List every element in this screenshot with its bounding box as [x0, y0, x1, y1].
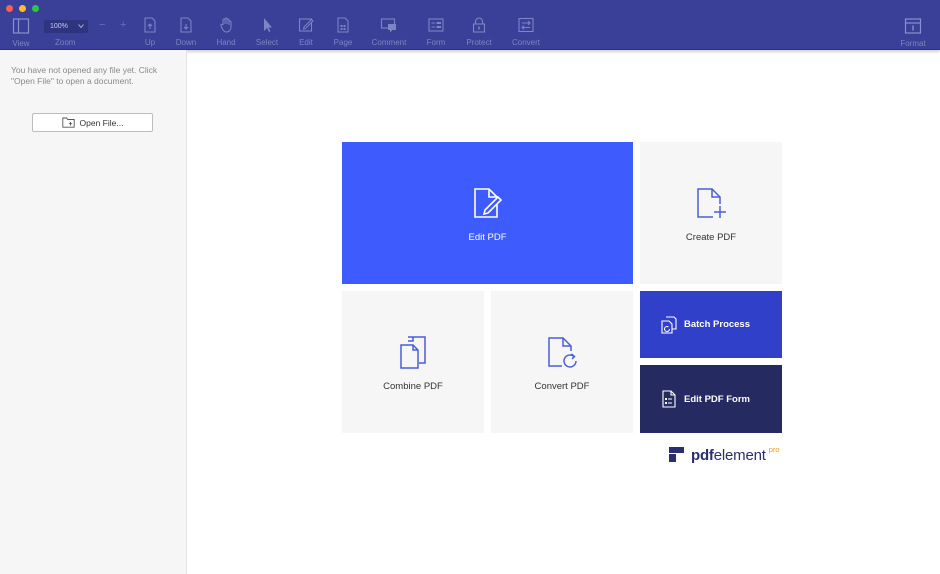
format-panel-icon [904, 18, 922, 34]
edit-pdf-label: Edit PDF [468, 231, 507, 243]
chevron-down-icon [78, 24, 84, 29]
hand-icon [220, 17, 232, 33]
batch-process-icon [661, 315, 677, 334]
create-pdf-tile[interactable]: Create PDF [640, 142, 782, 284]
minimize-window-button[interactable] [19, 5, 26, 12]
zoom-in-button[interactable]: + [120, 19, 126, 31]
protect-button[interactable]: Protect [456, 16, 502, 47]
format-button[interactable]: Format [890, 17, 936, 48]
comment-icon [380, 18, 396, 33]
combine-pdf-icon [400, 335, 426, 369]
comment-button[interactable]: Comment [366, 16, 412, 47]
toolbar: View 100% Zoom − + Up Down Hand Select E… [0, 0, 940, 50]
no-file-message: You have not opened any file yet. Click … [11, 65, 158, 86]
edit-pdf-tile[interactable]: Edit PDF [342, 142, 633, 284]
convert-pdf-label: Convert PDF [534, 380, 590, 392]
brand-edition: pro [768, 445, 780, 454]
combine-pdf-tile[interactable]: Combine PDF [342, 291, 484, 433]
edit-pdf-icon [473, 187, 502, 218]
convert-pdf-tile[interactable]: Convert PDF [491, 291, 633, 433]
cursor-icon [264, 18, 272, 32]
open-file-label: Open File... [79, 117, 124, 128]
pdfelement-logo-icon [669, 447, 684, 462]
close-window-button[interactable] [6, 5, 13, 12]
batch-process-label: Batch Process [684, 319, 751, 330]
edit-icon [298, 18, 314, 32]
form-button[interactable]: Form [413, 16, 459, 47]
edit-pdf-form-label: Edit PDF Form [684, 393, 750, 405]
edit-pdf-form-icon [662, 390, 676, 408]
create-pdf-label: Create PDF [685, 231, 737, 243]
page-down-icon [180, 17, 192, 33]
sidebar-view-icon [12, 18, 30, 34]
zoom-select[interactable]: 100% [44, 20, 88, 33]
zoom-label: Zoom [55, 38, 76, 47]
zoom-value: 100% [50, 23, 68, 30]
open-file-button[interactable]: Open File... [32, 113, 153, 132]
convert-pdf-icon [548, 336, 577, 368]
page-icon [337, 17, 349, 33]
lock-icon [472, 17, 486, 33]
edit-pdf-form-tile[interactable]: Edit PDF Form [640, 365, 782, 433]
view-button[interactable]: View [0, 17, 44, 48]
page-up-icon [144, 17, 156, 33]
brand-name: pdfelement [691, 447, 766, 464]
sidebar: You have not opened any file yet. Click … [0, 50, 187, 574]
create-pdf-icon [697, 187, 726, 218]
folder-icon [61, 117, 75, 128]
pdfelement-logo: pdfelement pro [668, 445, 780, 464]
convert-icon [518, 17, 534, 33]
hand-tool-button[interactable]: Hand [203, 16, 249, 47]
page-button[interactable]: Page [320, 16, 366, 47]
batch-process-tile[interactable]: Batch Process [640, 291, 782, 358]
convert-button[interactable]: Convert [503, 16, 549, 47]
zoom-window-button[interactable] [32, 5, 39, 12]
combine-pdf-label: Combine PDF [383, 380, 443, 392]
form-icon [428, 18, 444, 32]
zoom-out-button[interactable]: − [99, 19, 105, 31]
